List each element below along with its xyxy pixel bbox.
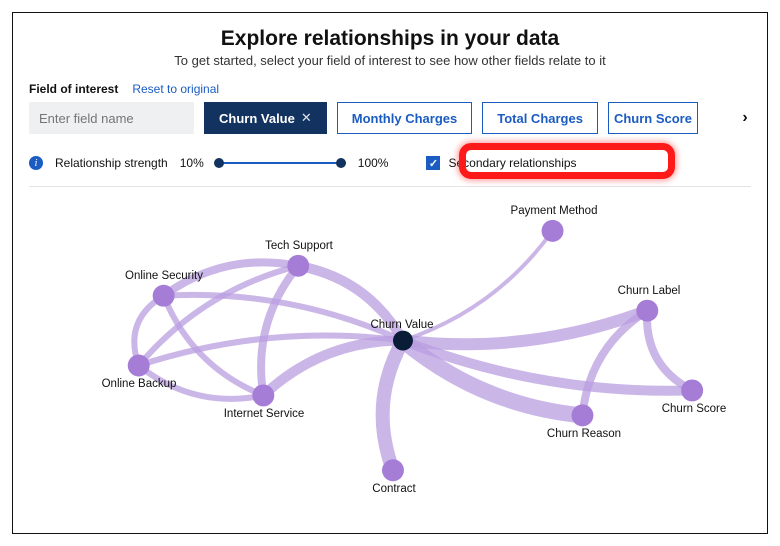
relationship-strength-row: i Relationship strength 10% 100% ✓ Secon… — [29, 150, 751, 187]
field-of-interest-header: Field of interest Reset to original — [29, 82, 751, 96]
graph-node[interactable] — [681, 379, 703, 401]
graph-node-label: Churn Label — [618, 285, 681, 297]
chip-total-charges[interactable]: Total Charges — [482, 102, 598, 134]
graph-node[interactable] — [542, 220, 564, 242]
field-chip-row: Churn Value ✕ Monthly Charges Total Char… — [29, 102, 751, 134]
chip-label: Churn Value — [219, 111, 295, 126]
relationship-graph[interactable]: Churn Value Tech Support Online Security On… — [29, 191, 751, 511]
scroll-right-button[interactable]: › — [733, 106, 757, 130]
slider-thumb-min[interactable] — [214, 158, 224, 168]
strength-slider[interactable] — [216, 156, 346, 170]
strength-min-label: 10% — [180, 156, 204, 170]
relationship-strength-label: Relationship strength — [55, 156, 168, 170]
graph-node[interactable] — [382, 459, 404, 481]
graph-node[interactable] — [287, 255, 309, 277]
graph-node-label: Payment Method — [511, 205, 598, 217]
graph-node-label: Churn Score — [662, 403, 727, 415]
graph-edge — [383, 341, 403, 471]
chevron-right-icon: › — [742, 109, 747, 127]
secondary-relationships-toggle[interactable]: ✓ Secondary relationships — [418, 150, 590, 176]
chip-churn-score[interactable]: Churn Score — [608, 102, 698, 134]
graph-node[interactable] — [571, 404, 593, 426]
chip-churn-value[interactable]: Churn Value ✕ — [204, 102, 327, 134]
chip-monthly-charges[interactable]: Monthly Charges — [337, 102, 472, 134]
graph-node-label: Churn Reason — [547, 428, 621, 440]
secondary-relationships-label: Secondary relationships — [448, 156, 576, 170]
graph-node-center[interactable] — [393, 331, 413, 351]
graph-node-label: Contract — [372, 483, 415, 495]
graph-node-label: Online Security — [125, 270, 203, 282]
reset-to-original-link[interactable]: Reset to original — [132, 82, 219, 96]
explore-relationships-panel: Explore relationships in your data To ge… — [12, 12, 768, 534]
slider-thumb-max[interactable] — [336, 158, 346, 168]
graph-node-label: Tech Support — [265, 240, 333, 252]
graph-node-label: Churn Value — [370, 319, 433, 331]
graph-node[interactable] — [636, 300, 658, 322]
graph-node[interactable] — [128, 355, 150, 377]
graph-canvas — [29, 191, 751, 510]
page-title: Explore relationships in your data — [29, 27, 751, 51]
strength-max-label: 100% — [358, 156, 389, 170]
checkbox-checked-icon: ✓ — [426, 156, 440, 170]
close-icon[interactable]: ✕ — [301, 110, 312, 126]
info-icon[interactable]: i — [29, 156, 43, 170]
field-name-input[interactable] — [29, 102, 194, 134]
graph-node[interactable] — [252, 384, 274, 406]
graph-node[interactable] — [153, 285, 175, 307]
graph-node-label: Online Backup — [102, 378, 177, 390]
slider-track — [216, 162, 346, 164]
page-subtitle: To get started, select your field of int… — [29, 53, 751, 68]
foi-label: Field of interest — [29, 82, 118, 96]
graph-node-label: Internet Service — [224, 408, 305, 420]
graph-edge — [647, 311, 692, 391]
